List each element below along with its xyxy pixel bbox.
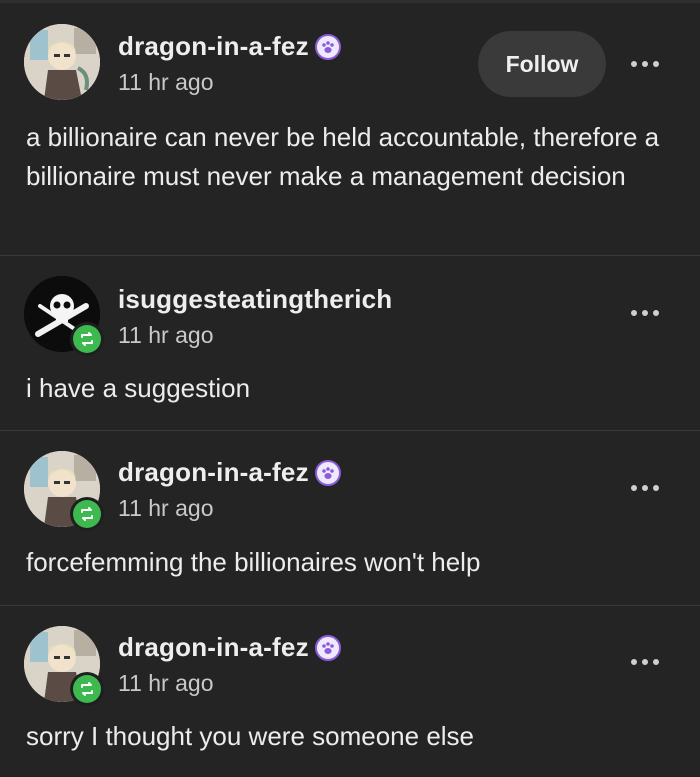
username[interactable]: dragon-in-a-fez — [118, 457, 309, 488]
timestamp[interactable]: 11 hr ago — [118, 495, 213, 522]
avatar[interactable] — [24, 626, 104, 706]
post-3: dragon-in-a-fez 11 hr ago forcefemming t… — [0, 431, 700, 606]
avatar[interactable] — [24, 276, 104, 356]
reblog-icon — [73, 675, 101, 703]
post-1: dragon-in-a-fez 11 hr ago Follow a billi… — [0, 3, 700, 256]
post-text: a billionaire can never be held accounta… — [26, 122, 660, 191]
post-2: isuggesteatingtherich 11 hr ago i have a… — [0, 256, 700, 431]
reblog-badge — [70, 672, 104, 706]
timestamp[interactable]: 11 hr ago — [118, 322, 213, 349]
post-header: dragon-in-a-fez — [118, 632, 341, 663]
reblog-icon — [73, 325, 101, 353]
more-options-icon[interactable] — [622, 473, 668, 503]
post-text: sorry I thought you were someone else — [26, 721, 475, 751]
reblog-icon — [73, 500, 101, 528]
more-options-icon[interactable] — [622, 49, 668, 79]
username[interactable]: dragon-in-a-fez — [118, 31, 309, 62]
username[interactable]: isuggesteatingtherich — [118, 284, 392, 315]
post-4: dragon-in-a-fez 11 hr ago sorry I though… — [0, 606, 700, 777]
paw-badge-icon[interactable] — [314, 634, 341, 661]
follow-button[interactable]: Follow — [478, 31, 606, 97]
post-text: i have a suggestion — [26, 373, 251, 403]
post-header: dragon-in-a-fez — [118, 31, 341, 62]
paw-badge-icon[interactable] — [314, 459, 341, 486]
more-options-icon[interactable] — [622, 298, 668, 328]
anime-character-avatar-icon — [24, 24, 100, 100]
reblog-badge — [70, 322, 104, 356]
username[interactable]: dragon-in-a-fez — [118, 632, 309, 663]
paw-badge-icon[interactable] — [314, 33, 341, 60]
avatar[interactable] — [24, 451, 104, 531]
post-header: isuggesteatingtherich — [118, 284, 392, 315]
reblog-badge — [70, 497, 104, 531]
more-options-icon[interactable] — [622, 647, 668, 677]
timestamp[interactable]: 11 hr ago — [118, 670, 213, 697]
timestamp[interactable]: 11 hr ago — [118, 69, 213, 96]
post-text: forcefemming the billionaires won't help — [26, 547, 481, 577]
post-header: dragon-in-a-fez — [118, 457, 341, 488]
avatar[interactable] — [24, 24, 100, 100]
